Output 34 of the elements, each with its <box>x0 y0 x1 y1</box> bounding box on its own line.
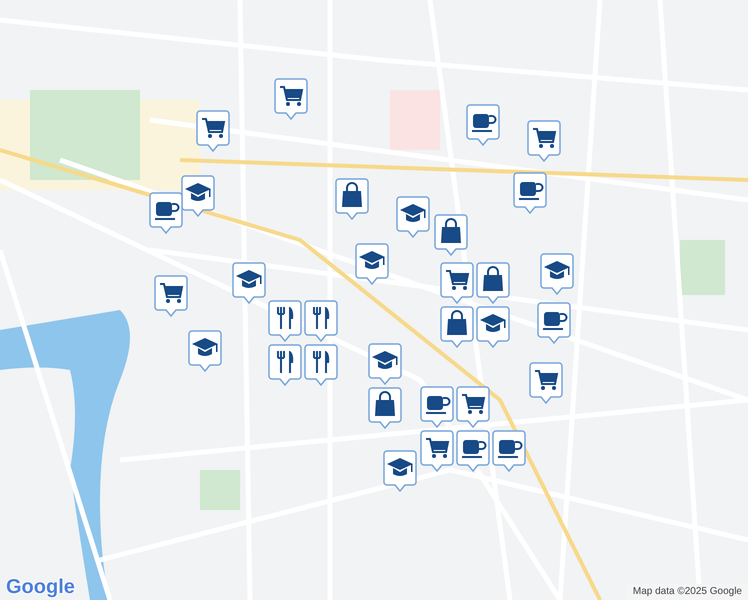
fork-knife-icon <box>313 350 330 374</box>
graduation-cap-icon <box>387 458 413 476</box>
coffee-cup-icon <box>462 440 486 458</box>
google-logo: Google <box>6 577 75 597</box>
graduation-cap-icon <box>480 314 506 332</box>
coffee-cup-icon <box>155 202 180 220</box>
fork-knife-icon <box>277 350 294 374</box>
coffee-cup-icon <box>543 312 568 330</box>
shopping-cart-icon <box>533 128 556 148</box>
shopping-cart-icon <box>280 86 304 106</box>
graduation-cap-icon <box>400 204 426 222</box>
graduation-cap-icon <box>372 351 398 369</box>
fork-knife-icon <box>313 306 330 330</box>
shopping-bag-icon <box>375 391 395 416</box>
shopping-bag-icon <box>447 310 467 335</box>
graduation-cap-icon <box>185 183 211 201</box>
fork-knife-icon <box>277 306 294 330</box>
coffee-cup-icon <box>519 182 544 200</box>
shopping-bag-icon <box>441 218 461 243</box>
shopping-cart-icon <box>202 118 226 138</box>
shopping-cart-icon <box>446 270 470 290</box>
shopping-bag-icon <box>342 182 362 207</box>
graduation-cap-icon <box>236 270 262 288</box>
coffee-cup-icon <box>472 114 496 132</box>
shopping-bag-icon <box>483 266 503 291</box>
coffee-cup-icon <box>426 396 450 414</box>
shopping-cart-icon <box>426 438 450 458</box>
graduation-cap-icon <box>359 251 385 269</box>
graduation-cap-icon <box>544 261 570 279</box>
shopping-cart-icon <box>160 283 184 303</box>
graduation-cap-icon <box>192 338 218 356</box>
coffee-cup-icon <box>498 440 522 458</box>
shopping-cart-icon <box>462 394 486 414</box>
shopping-cart-icon <box>535 370 558 390</box>
